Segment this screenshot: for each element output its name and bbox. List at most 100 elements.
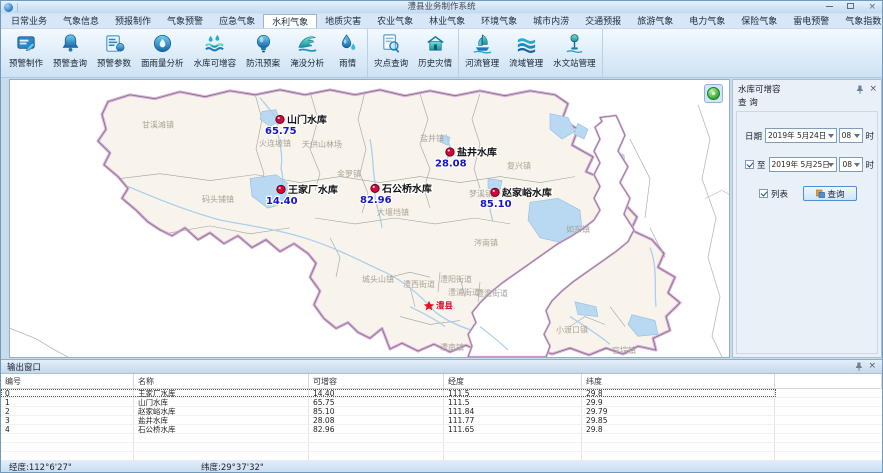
table-row[interactable]: 0王家厂水库14.40111.529.8 bbox=[1, 389, 882, 398]
toolbar-button-alert-params[interactable]: 预警参数 bbox=[92, 29, 136, 77]
toolbar-button-disaster-search[interactable]: 灾点查询 bbox=[369, 29, 413, 77]
table-header-cell[interactable]: 名称 bbox=[134, 374, 309, 388]
table-cell[interactable]: 29.9 bbox=[582, 398, 775, 406]
pin-icon[interactable] bbox=[855, 362, 863, 371]
table-header-cell[interactable]: 可增容 bbox=[309, 374, 444, 388]
reservoir-dot-icon[interactable] bbox=[276, 115, 284, 123]
table-cell[interactable]: 29.8 bbox=[582, 425, 775, 433]
alert-edit-icon bbox=[15, 32, 38, 55]
table-cell[interactable]: 111.65 bbox=[444, 425, 582, 433]
table-cell[interactable]: 29.8 bbox=[582, 389, 775, 397]
town-label: 金罗镇 bbox=[337, 169, 361, 179]
menu-item-12[interactable]: 旅游气象 bbox=[629, 14, 681, 28]
reservoir-dot-icon[interactable] bbox=[491, 188, 499, 196]
to-date-row: 至 2019年 5月25日 08 时 bbox=[745, 157, 877, 172]
pin-icon[interactable] bbox=[856, 85, 864, 94]
menu-item-10[interactable]: 城市内涝 bbox=[525, 14, 577, 28]
table-cell[interactable]: 111.5 bbox=[444, 389, 582, 397]
toolbar-button-reservoir-capacity[interactable]: 水库可增容 bbox=[189, 29, 242, 77]
table-header-cell[interactable]: 编号 bbox=[1, 374, 134, 388]
table-cell[interactable]: 2 bbox=[1, 407, 134, 415]
table-cell[interactable]: 29.85 bbox=[582, 416, 775, 424]
close-button[interactable]: × bbox=[868, 1, 876, 14]
table-row[interactable]: 3盐井水库28.08111.7729.85 bbox=[1, 416, 882, 425]
reservoir-capacity-value: 28.08 bbox=[435, 159, 467, 170]
table-cell[interactable]: 盐井水库 bbox=[134, 416, 309, 424]
from-date-select[interactable]: 2019年 5月24日 bbox=[765, 128, 837, 143]
table-empty-cell bbox=[444, 434, 582, 442]
town-label: 大堰垱镇 bbox=[377, 207, 409, 217]
county-map[interactable]: 甘溪滩镇火连坡镇天供山林场金罗镇盐井镇码头铺镇大堰垱镇梦溪镇复兴镇如东镇涔南镇城… bbox=[10, 80, 730, 357]
table-cell[interactable]: 28.08 bbox=[309, 416, 444, 424]
table-row[interactable]: 2赵家峪水库85.10111.8429.79 bbox=[1, 407, 882, 416]
reservoir-dot-icon[interactable] bbox=[446, 148, 454, 156]
toolbar-button-flood-plan-bulb[interactable]: 防汛预案 bbox=[241, 29, 285, 77]
menu-item-1[interactable]: 气象信息 bbox=[55, 14, 107, 28]
toolbar-button-river-sailboat[interactable]: 河流管理 bbox=[460, 29, 504, 77]
table-cell[interactable]: 111.84 bbox=[444, 407, 582, 415]
disaster-search-icon bbox=[380, 32, 403, 55]
output-title: 输出窗口 bbox=[7, 361, 41, 373]
toolbar-button-rain-drop[interactable]: 雨情 bbox=[329, 29, 366, 77]
table-cell[interactable]: 1 bbox=[1, 398, 134, 406]
table-cell[interactable]: 3 bbox=[1, 416, 134, 424]
table-empty-cell bbox=[309, 434, 444, 442]
reservoir-dot-icon[interactable] bbox=[277, 185, 285, 193]
menu-item-14[interactable]: 保险气象 bbox=[733, 14, 785, 28]
maximize-button[interactable] bbox=[847, 1, 854, 14]
panel-close-icon[interactable]: × bbox=[869, 85, 877, 94]
table-cell[interactable]: 82.96 bbox=[309, 425, 444, 433]
toolbar: 预警制作预警查询预警参数面雨量分析水库可增容防汛预案淹没分析雨情灾点查询历史灾情… bbox=[1, 29, 882, 78]
to-checkbox[interactable] bbox=[745, 160, 754, 169]
table-row[interactable]: 4石公桥水库82.96111.6529.8 bbox=[1, 425, 882, 434]
menu-item-11[interactable]: 交通预报 bbox=[577, 14, 629, 28]
toolbar-button-hydro-station[interactable]: 水文站管理 bbox=[548, 29, 601, 77]
menu-item-8[interactable]: 林业气象 bbox=[421, 14, 473, 28]
toolbar-button-basin-waves[interactable]: 流域管理 bbox=[504, 29, 548, 77]
table-cell[interactable]: 王家厂水库 bbox=[134, 389, 309, 397]
menu-item-3[interactable]: 气象预警 bbox=[159, 14, 211, 28]
menu-item-4[interactable]: 应急气象 bbox=[211, 14, 263, 28]
toolbar-button-inundation-wave[interactable]: 淹没分析 bbox=[285, 29, 329, 77]
query-button[interactable]: 查询 bbox=[803, 186, 857, 201]
table-cell[interactable]: 85.10 bbox=[309, 407, 444, 415]
table-empty-cell bbox=[309, 443, 444, 451]
table-cell[interactable]: 山门水库 bbox=[134, 398, 309, 406]
table-row[interactable]: 1山门水库65.75111.529.9 bbox=[1, 398, 882, 407]
table-cell[interactable]: 111.77 bbox=[444, 416, 582, 424]
menu-item-9[interactable]: 环境气象 bbox=[473, 14, 525, 28]
table-cell[interactable]: 14.40 bbox=[309, 389, 444, 397]
table-header-cell[interactable]: 经度 bbox=[444, 374, 582, 388]
menu-item-15[interactable]: 雷电预警 bbox=[785, 14, 837, 28]
table-header-cell[interactable]: 纬度 bbox=[582, 374, 775, 388]
to-date-select[interactable]: 2019年 5月25日 bbox=[769, 157, 838, 172]
table-cell[interactable]: 0 bbox=[1, 389, 134, 397]
map-panel[interactable]: 甘溪滩镇火连坡镇天供山林场金罗镇盐井镇码头铺镇大堰垱镇梦溪镇复兴镇如东镇涔南镇城… bbox=[9, 79, 730, 358]
table-cell[interactable]: 石公桥水库 bbox=[134, 425, 309, 433]
toolbar-button-rainfall-analysis[interactable]: 面雨量分析 bbox=[136, 29, 189, 77]
menu-item-16[interactable]: 气象指数 bbox=[837, 14, 883, 28]
map-add-button[interactable] bbox=[704, 84, 723, 103]
reservoir-dot-icon[interactable] bbox=[371, 184, 379, 192]
toolbar-button-alert-bell[interactable]: 预警查询 bbox=[48, 29, 92, 77]
menu-item-6[interactable]: 地质灾害 bbox=[317, 14, 369, 28]
table-cell[interactable]: 111.5 bbox=[444, 398, 582, 406]
to-hour-select[interactable]: 08 bbox=[839, 157, 863, 172]
table-cell[interactable]: 赵家峪水库 bbox=[134, 407, 309, 415]
from-hour-select[interactable]: 08 bbox=[839, 128, 864, 143]
menu-item-0[interactable]: 日常业务 bbox=[3, 14, 55, 28]
menu-item-2[interactable]: 预报制作 bbox=[107, 14, 159, 28]
toolbar-button-label: 水文站管理 bbox=[553, 57, 596, 69]
list-checkbox[interactable] bbox=[759, 189, 768, 198]
toolbar-button-history-disaster[interactable]: 历史灾情 bbox=[413, 29, 457, 77]
app-window: 澧县业务制作系统 × 日常业务气象信息预报制作气象预警应急气象水利气象地质灾害农… bbox=[0, 0, 883, 473]
menu-item-5[interactable]: 水利气象 bbox=[263, 14, 317, 28]
toolbar-button-alert-edit[interactable]: 预警制作 bbox=[4, 29, 48, 77]
table-cell[interactable]: 29.79 bbox=[582, 407, 775, 415]
minimize-button[interactable] bbox=[826, 1, 833, 14]
table-cell[interactable]: 65.75 bbox=[309, 398, 444, 406]
menu-item-7[interactable]: 农业气象 bbox=[369, 14, 421, 28]
table-cell[interactable]: 4 bbox=[1, 425, 134, 433]
output-close-icon[interactable]: × bbox=[868, 362, 876, 371]
menu-item-13[interactable]: 电力气象 bbox=[681, 14, 733, 28]
